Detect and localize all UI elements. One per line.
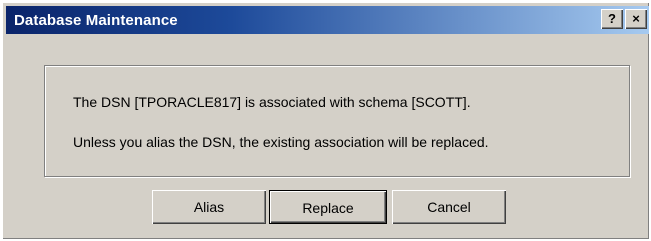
message-line-1: The DSN [TPORACLE817] is associated with… <box>73 94 471 110</box>
cancel-button[interactable]: Cancel <box>392 190 506 224</box>
dialog-window: Database Maintenance ? × The DSN [TPORAC… <box>2 2 649 239</box>
window-title: Database Maintenance <box>14 11 178 29</box>
message-group: The DSN [TPORACLE817] is associated with… <box>44 65 630 177</box>
title-buttons: ? × <box>601 9 647 29</box>
message-line-2: Unless you alias the DSN, the existing a… <box>73 134 489 150</box>
help-button[interactable]: ? <box>601 9 623 29</box>
close-button[interactable]: × <box>625 9 647 29</box>
title-bar[interactable]: Database Maintenance ? × <box>6 6 649 34</box>
replace-button[interactable]: Replace <box>269 190 387 224</box>
alias-button[interactable]: Alias <box>152 190 266 224</box>
